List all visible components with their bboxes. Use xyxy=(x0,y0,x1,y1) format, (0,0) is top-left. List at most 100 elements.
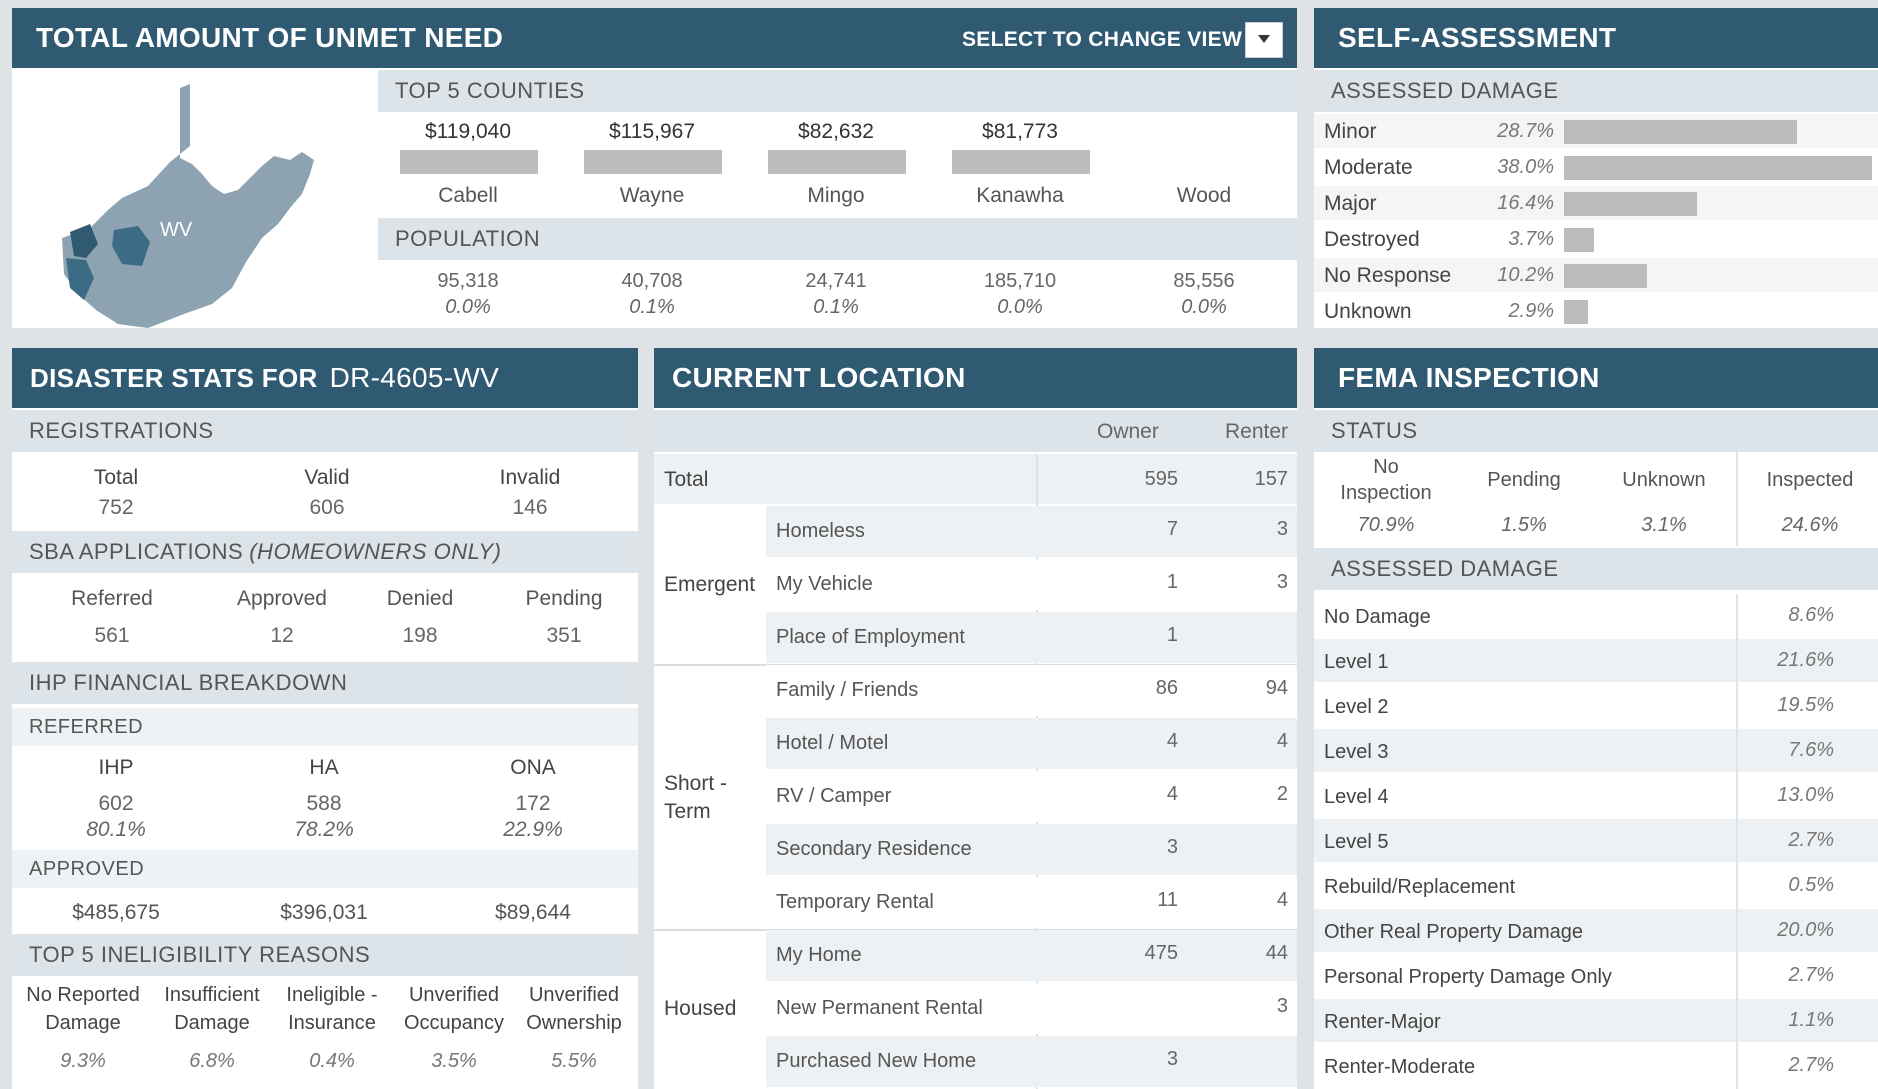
status-pct: 70.9% xyxy=(1357,514,1415,536)
registration-value: 752 xyxy=(98,496,134,519)
county-name: Kanawha xyxy=(976,184,1064,207)
self-assessment-bar[interactable] xyxy=(1564,192,1697,216)
county-population: 95,318 xyxy=(437,270,499,292)
sba-label: Denied xyxy=(386,587,454,610)
location-group-label: Emergent xyxy=(664,572,756,596)
registration-label: Total xyxy=(93,466,139,489)
county-amount: $81,773 xyxy=(982,120,1058,143)
location-row-owner: 1 xyxy=(1166,624,1178,646)
location-row-owner: 475 xyxy=(1144,942,1178,964)
ineligibility-reason-line2: Damage xyxy=(174,1012,250,1034)
self-assessment-bar[interactable] xyxy=(1564,228,1594,252)
ineligibility-reason-line1: Ineligible - xyxy=(286,984,378,1006)
self-assessment-bar[interactable] xyxy=(1564,264,1647,288)
sba-label: Pending xyxy=(525,587,603,610)
damage-pct: 7.6% xyxy=(1788,739,1834,761)
renter-column-label: Renter xyxy=(1225,420,1289,443)
damage-pct: 21.6% xyxy=(1777,649,1834,671)
self-assessment-bar[interactable] xyxy=(1564,300,1588,324)
map-state-label: WV xyxy=(160,219,193,241)
county-population-pct: 0.1% xyxy=(629,296,675,318)
fema-inspection-header: FEMA INSPECTION xyxy=(1314,348,1878,408)
location-row-renter: 4 xyxy=(1276,730,1288,752)
ihp-referred-pct: 22.9% xyxy=(503,818,563,841)
fema-inspection-panel: FEMA INSPECTION STATUS No Inspection 70.9%… xyxy=(1314,348,1878,1089)
ineligibility-reason-line1: Unverified xyxy=(528,984,620,1006)
ineligibility-reason-line2: Occupancy xyxy=(403,1012,505,1034)
location-group-label: Short - xyxy=(664,771,728,795)
county-amount-bar[interactable] xyxy=(952,150,1090,174)
current-location-header: CURRENT LOCATION xyxy=(654,348,1297,408)
status-label: Inspected xyxy=(1766,469,1854,491)
registration-label: Valid xyxy=(304,466,350,489)
location-row-owner: 7 xyxy=(1166,518,1178,540)
location-row-label: Purchased New Home xyxy=(776,1050,977,1072)
county-amount-bar[interactable] xyxy=(584,150,722,174)
status-divider xyxy=(1736,452,1738,546)
status-label-line2: Inspection xyxy=(1340,482,1432,504)
location-total-owner: 595 xyxy=(1144,468,1178,490)
self-assessment-bar[interactable] xyxy=(1564,156,1872,180)
registration-value: 146 xyxy=(512,496,548,519)
damage-pct: 0.5% xyxy=(1788,874,1834,896)
location-row-label: Hotel / Motel xyxy=(776,732,889,754)
damage-pct: 19.5% xyxy=(1777,694,1834,716)
population-header: POPULATION xyxy=(378,218,1297,260)
ineligibility-pct: 6.8% xyxy=(189,1050,235,1072)
wv-map[interactable]: WV xyxy=(52,78,352,328)
ineligibility-reason-line2: Ownership xyxy=(526,1012,622,1034)
status-pct: 3.1% xyxy=(1641,514,1687,536)
location-row-label: Homeless xyxy=(776,520,865,542)
self-assessment-bar[interactable] xyxy=(1564,120,1797,144)
county-name: Cabell xyxy=(438,184,498,207)
county-name: Wood xyxy=(1176,184,1232,207)
location-row-renter: 44 xyxy=(1265,942,1288,964)
damage-label: Level 4 xyxy=(1324,786,1389,808)
damage-label: Personal Property Damage Only xyxy=(1324,966,1612,988)
disaster-id[interactable]: DR-4605-WV xyxy=(330,362,499,394)
ineligibility-pct: 9.3% xyxy=(60,1050,106,1072)
status-header: STATUS xyxy=(1314,410,1878,452)
sba-label: Approved xyxy=(237,587,327,610)
damage-label: Renter-Moderate xyxy=(1324,1056,1476,1078)
top5-counties-header: TOP 5 COUNTIES xyxy=(378,70,1297,112)
damage-label: Level 2 xyxy=(1324,696,1389,718)
location-row-renter: 94 xyxy=(1265,677,1288,699)
self-assessment-pct: 10.2% xyxy=(1497,264,1554,286)
ihp-approved-value: $89,644 xyxy=(495,901,571,924)
owner-column-label: Owner xyxy=(1097,420,1159,443)
county-amount-bar[interactable] xyxy=(768,150,906,174)
location-row-renter: 3 xyxy=(1276,518,1288,540)
self-assessment-label: Destroyed xyxy=(1324,228,1420,251)
ineligibility-pct: 5.5% xyxy=(551,1050,597,1072)
location-row-renter: 3 xyxy=(1276,995,1288,1017)
unmet-need-title: TOTAL AMOUNT OF UNMET NEED xyxy=(36,22,504,53)
ineligibility-pct: 0.4% xyxy=(309,1050,355,1072)
change-view-dropdown[interactable] xyxy=(1245,22,1283,58)
sba-value: 12 xyxy=(270,624,294,647)
ineligibility-pct: 3.5% xyxy=(431,1050,477,1072)
location-row-label: Secondary Residence xyxy=(776,838,972,860)
self-assessment-header: SELF-ASSESSMENT xyxy=(1314,8,1878,68)
location-row-label: My Home xyxy=(776,944,862,966)
location-row-owner: 3 xyxy=(1166,1048,1178,1070)
chevron-down-icon xyxy=(1258,35,1270,43)
disaster-stats-header: DISASTER STATS FOR DR-4605-WV xyxy=(12,348,638,408)
location-row-label: Temporary Rental xyxy=(776,891,934,913)
registrations-header: REGISTRATIONS xyxy=(12,410,638,452)
current-location-panel: CURRENT LOCATION Owner Renter Total 595 15… xyxy=(654,348,1297,1089)
damage-label: No Damage xyxy=(1324,606,1431,628)
sba-header: SBA APPLICATIONS (HOMEOWNERS ONLY) xyxy=(12,531,638,573)
ineligibility-reason-line1: No Reported xyxy=(26,984,140,1006)
self-assessment-pct: 38.0% xyxy=(1497,156,1554,178)
self-assessment-label: Unknown xyxy=(1324,300,1412,323)
sba-value: 198 xyxy=(402,624,438,647)
ihp-approved-value: $396,031 xyxy=(280,901,368,924)
ineligibility-reason-line2: Damage xyxy=(45,1012,121,1034)
county-amount-bar[interactable] xyxy=(400,150,538,174)
self-assessment-label: Minor xyxy=(1324,120,1377,143)
county-amount: $119,040 xyxy=(424,120,512,143)
damage-pct: 13.0% xyxy=(1777,784,1834,806)
county-population-pct: 0.1% xyxy=(813,296,859,318)
location-row-label: RV / Camper xyxy=(776,785,892,807)
